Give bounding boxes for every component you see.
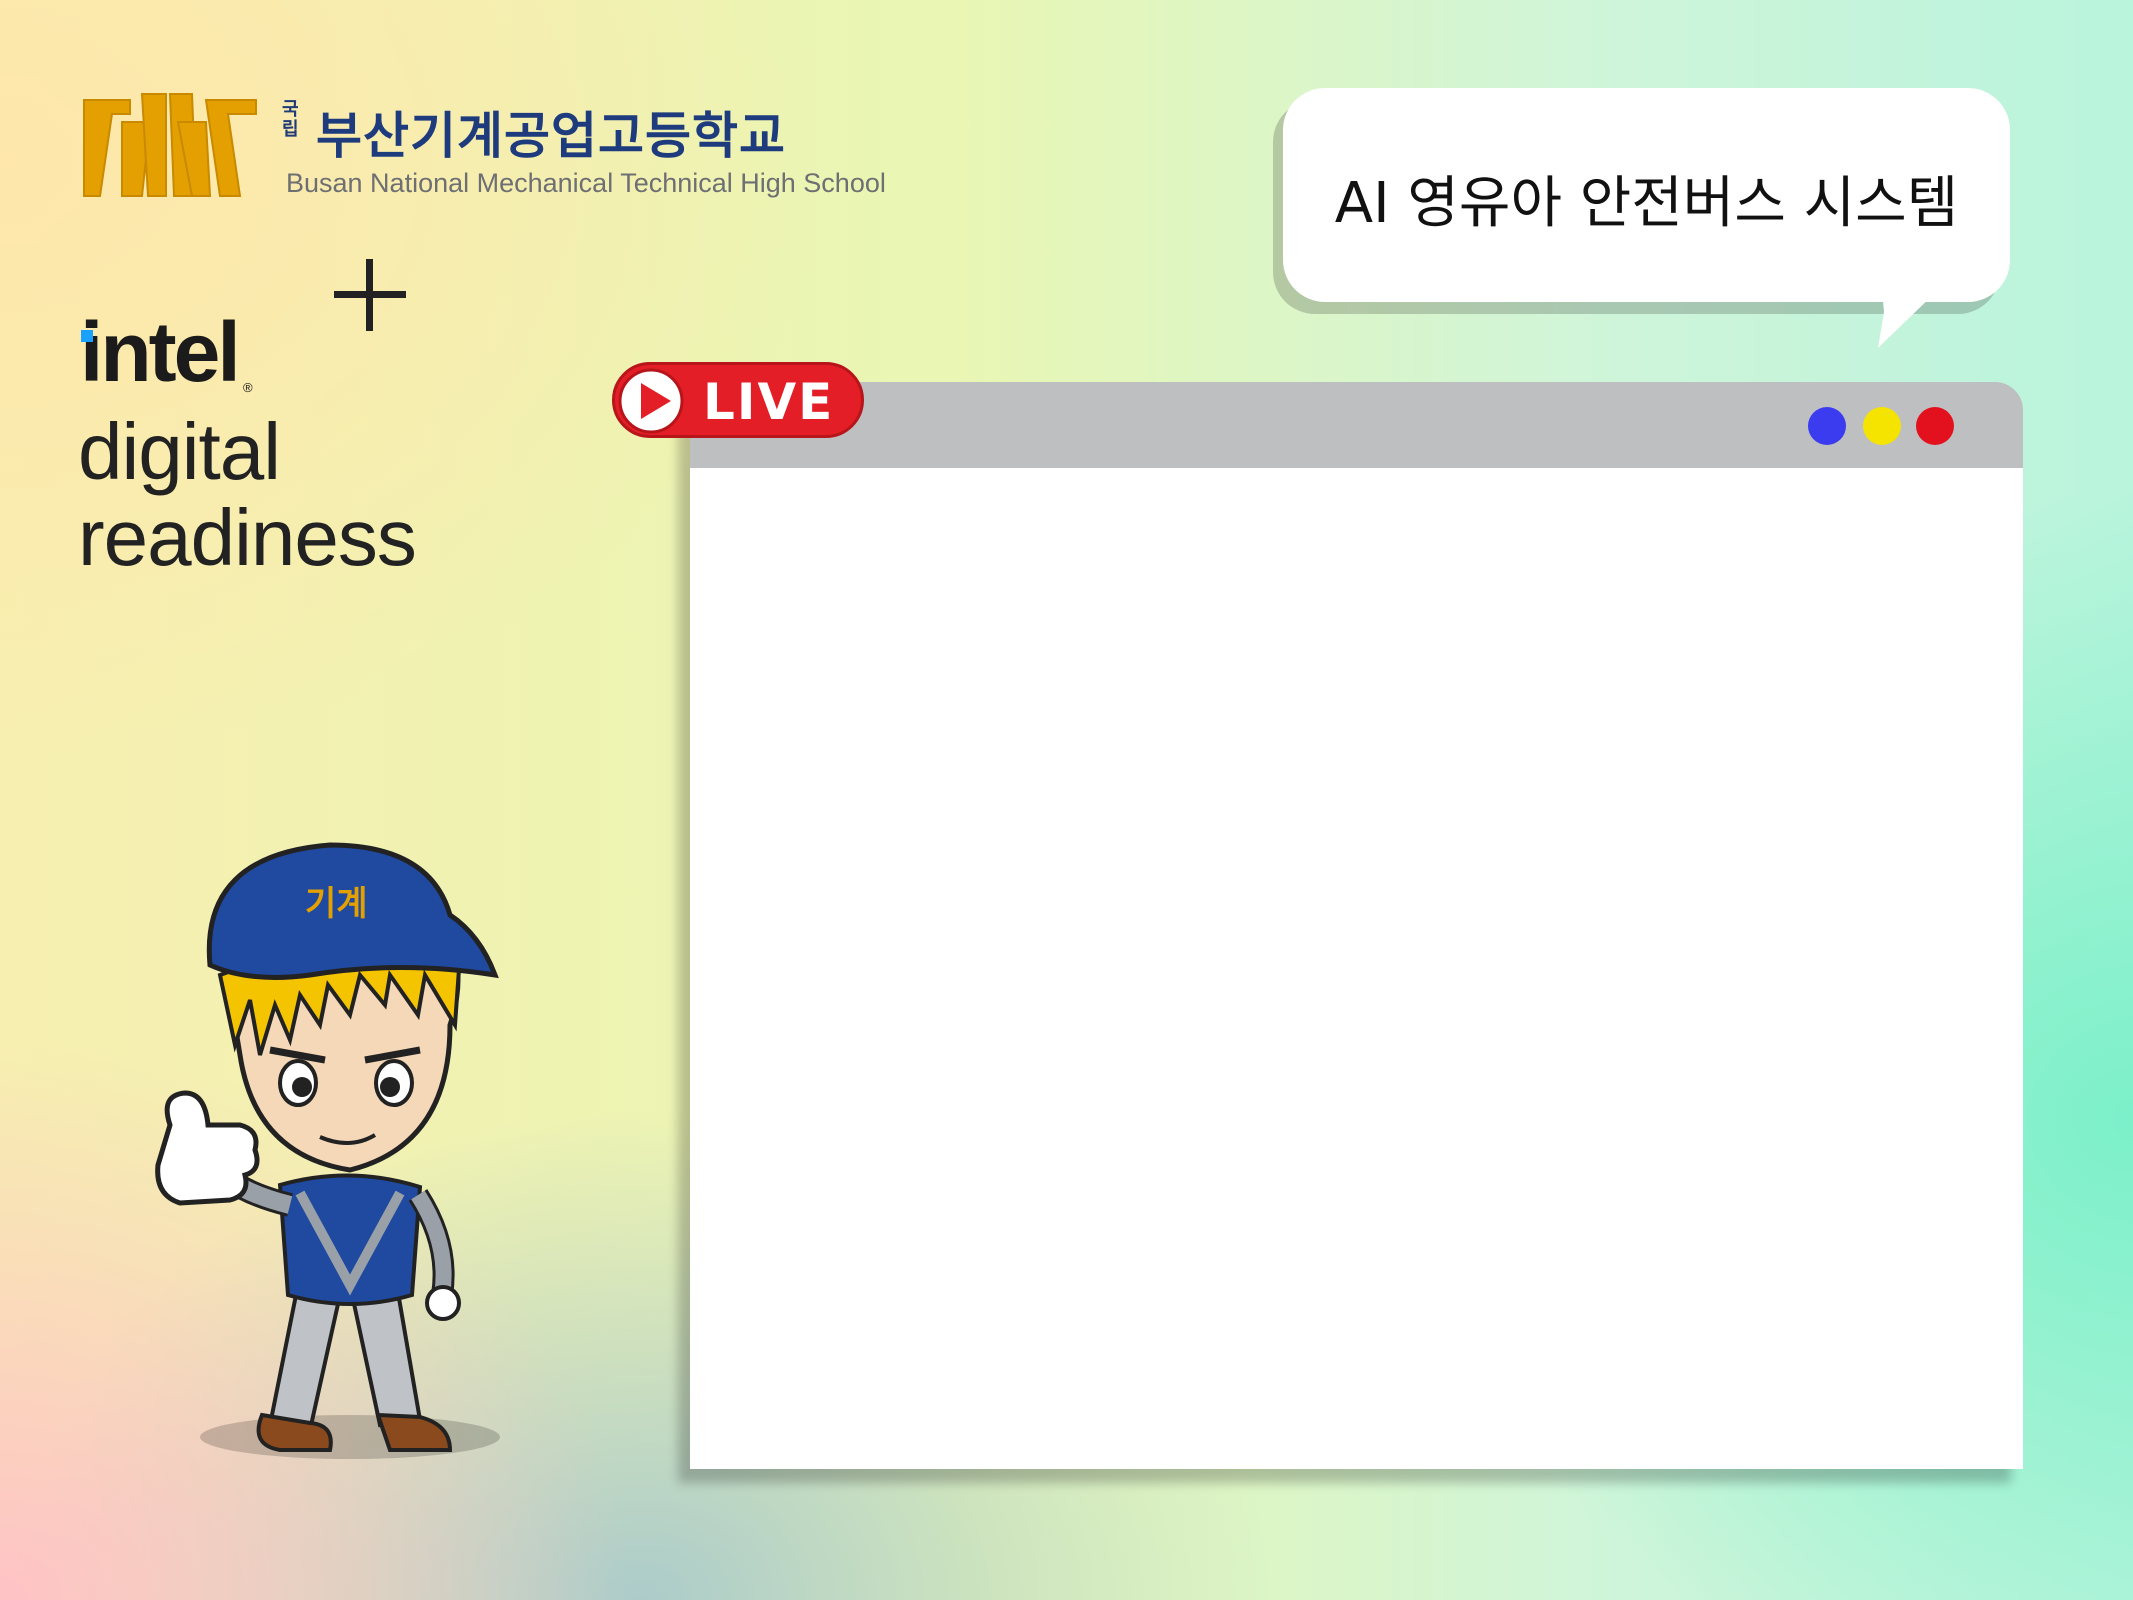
plus-icon (334, 259, 406, 331)
bubble-title: AI 영유아 안전버스 시스템 (1334, 171, 1959, 236)
mascot-character-icon: 기계 (155, 842, 500, 1459)
school-prefix: 국립 (282, 99, 299, 140)
bubble-tail (1878, 290, 1938, 348)
svg-text:기계: 기계 (305, 884, 368, 924)
browser-viewport (690, 468, 2023, 1469)
live-label: LIVE (703, 373, 835, 431)
window-dot-yellow[interactable] (1863, 407, 1901, 445)
digital-label: digital (78, 407, 281, 496)
intel-accent-square (81, 330, 93, 342)
browser-titlebar (690, 382, 2023, 468)
speech-bubble: AI 영유아 안전버스 시스템 (1283, 88, 2010, 302)
readiness-label: readiness (78, 493, 417, 582)
window-dot-blue[interactable] (1808, 407, 1846, 445)
live-badge: LIVE (612, 362, 864, 438)
play-icon (618, 368, 684, 434)
school-name-korean: 부산기계공업고등학교 (316, 107, 786, 165)
school-name-english: Busan National Mechanical Technical High… (286, 168, 886, 198)
window-dot-red[interactable] (1916, 407, 1954, 445)
school-emblem-icon (83, 93, 257, 197)
registered-mark: ® (243, 380, 253, 395)
intel-wordmark: intel (80, 305, 241, 399)
browser-window (690, 382, 2023, 1469)
